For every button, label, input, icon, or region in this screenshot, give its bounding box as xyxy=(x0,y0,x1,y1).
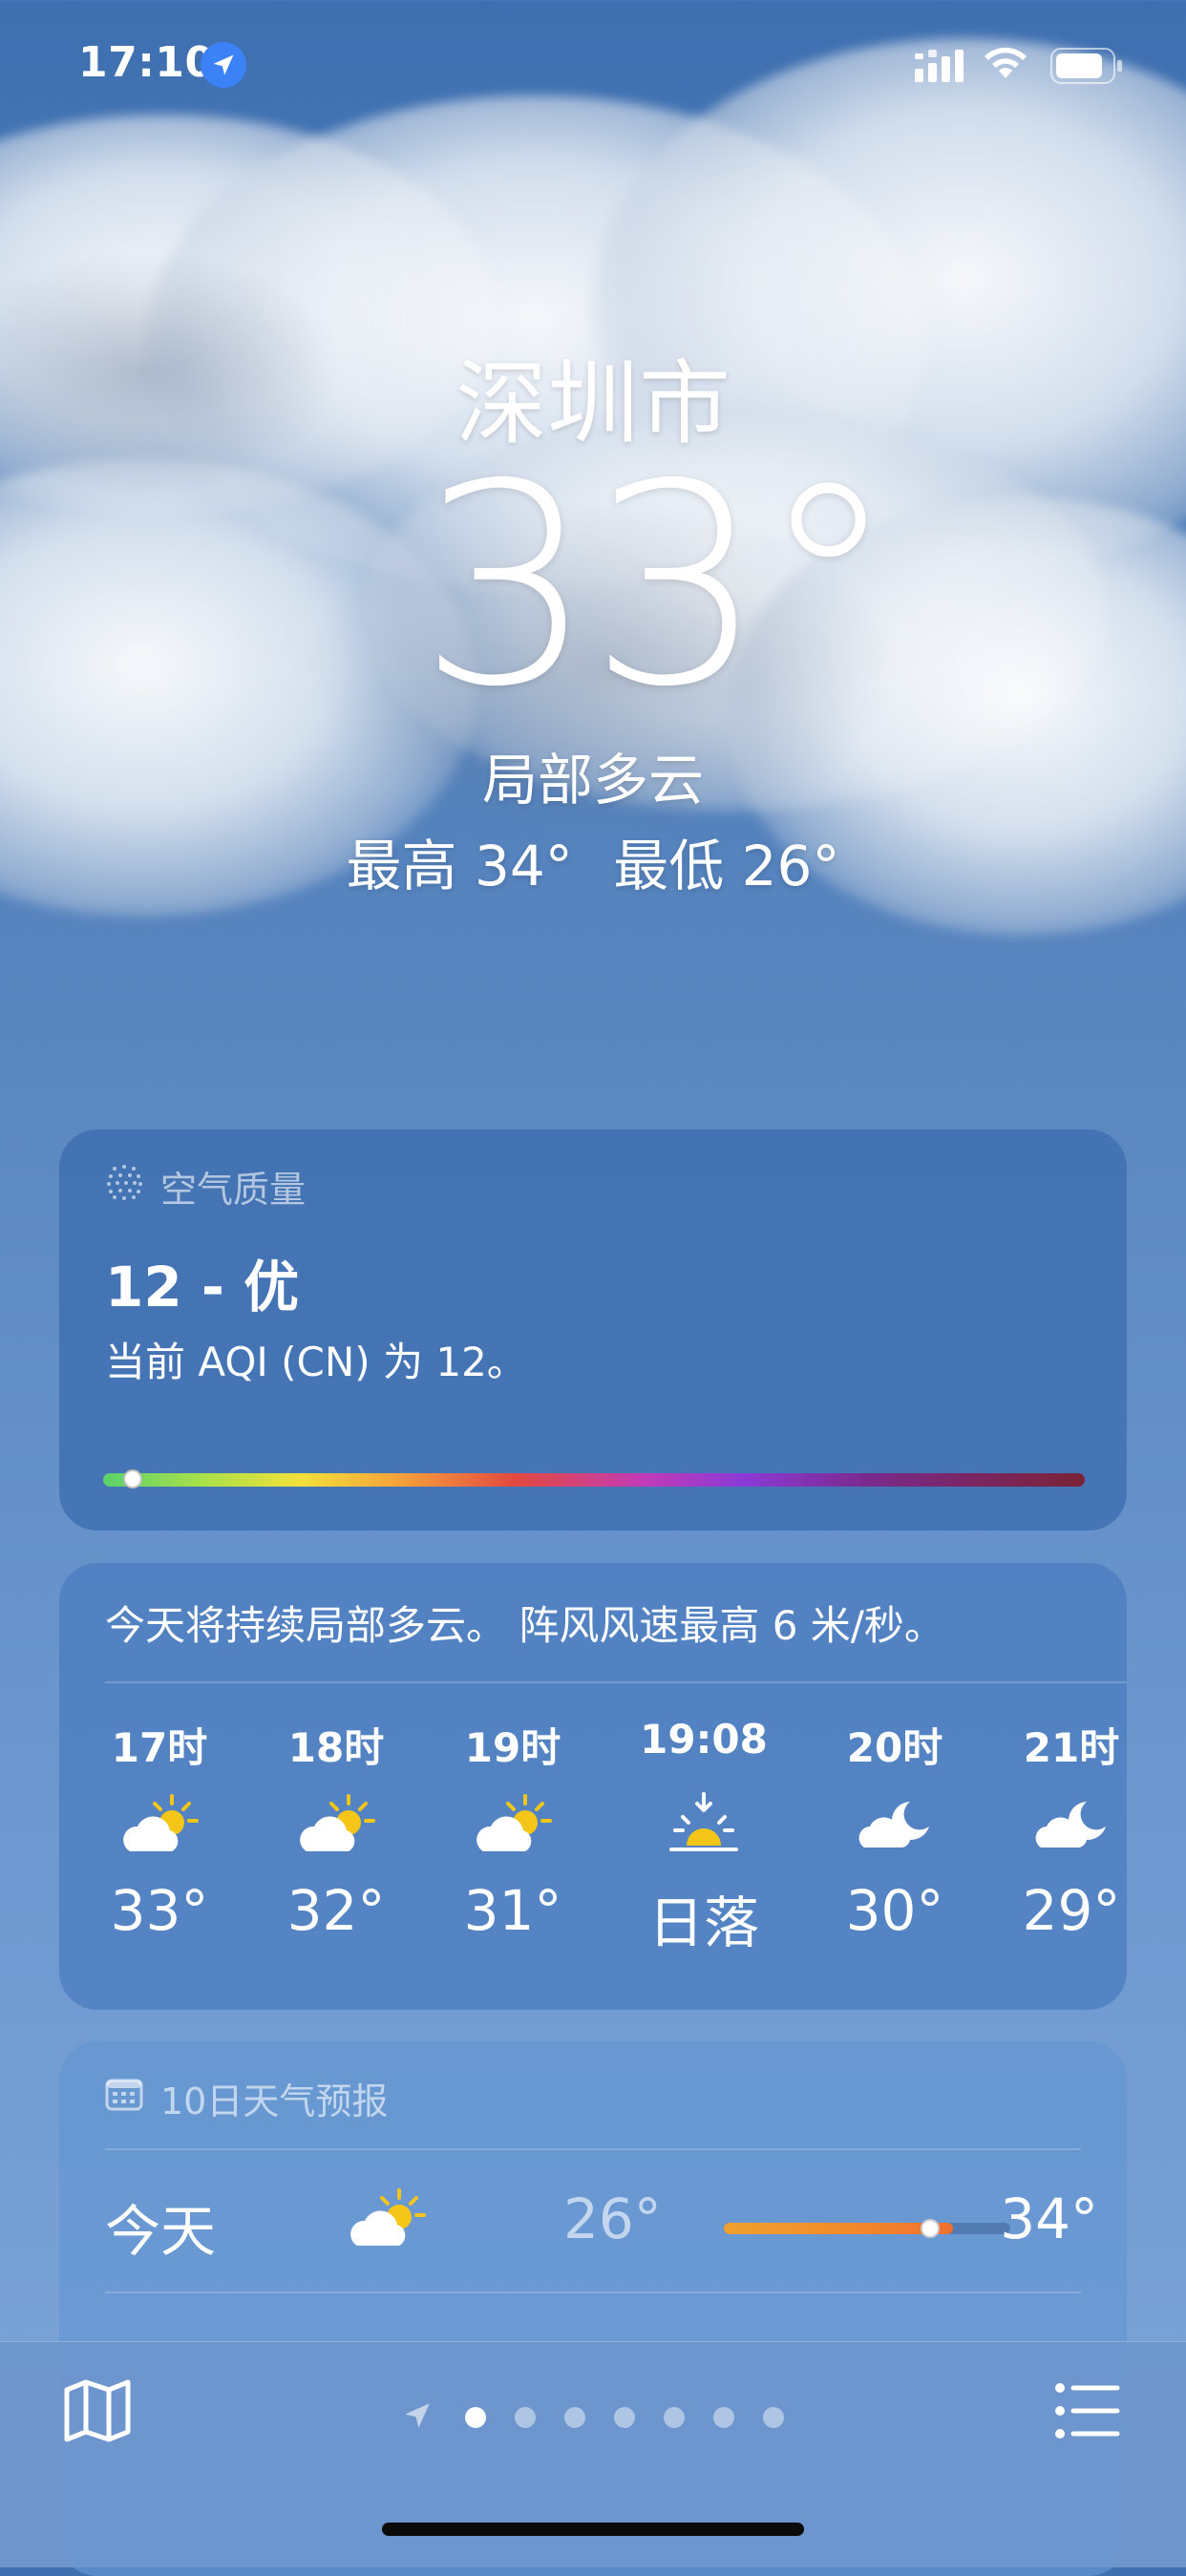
air-quality-card[interactable]: 空气质量 12 - 优 当前 AQI (CN) 为 12。 xyxy=(59,1130,1127,1531)
home-indicator[interactable] xyxy=(382,2523,804,2536)
page-dot[interactable] xyxy=(564,2407,585,2428)
hour-label: 18时 xyxy=(287,1724,385,1771)
hourly-summary: 今天将持续局部多云。 阵风风速最高 6 米/秒。 xyxy=(105,1602,944,1649)
page-dot[interactable] xyxy=(763,2407,784,2428)
day-high: 34° xyxy=(1000,2186,1098,2251)
status-bar: 17:10 xyxy=(0,0,1186,134)
hour-temp: 29° xyxy=(1022,1878,1121,1943)
hour-temp: 日落 xyxy=(647,1890,759,1955)
ten-day-header: 10日天气预报 xyxy=(105,2072,388,2124)
location-active-icon xyxy=(201,42,246,88)
low-temp: 最低 26° xyxy=(613,834,840,898)
hour-item[interactable]: 21时 29° xyxy=(990,1716,1153,1943)
hour-label: 20时 xyxy=(846,1724,943,1771)
ten-day-title: 10日天气预报 xyxy=(160,2080,389,2122)
high-temp: 最高 34° xyxy=(346,834,573,898)
hour-temp: 33° xyxy=(110,1878,209,1943)
air-quality-title: 空气质量 xyxy=(160,1169,307,1211)
hour-temp: 32° xyxy=(286,1878,386,1943)
aqi-scale-bar xyxy=(103,1473,1085,1487)
list-icon[interactable] xyxy=(1054,2380,1121,2441)
hour-label: 19时 xyxy=(464,1724,561,1771)
daily-divider xyxy=(105,2291,1081,2293)
current-condition: 局部多云 xyxy=(481,748,704,813)
current-temp-indicator xyxy=(921,2219,940,2238)
map-icon[interactable] xyxy=(61,2375,134,2447)
cloud-moon-icon xyxy=(814,1773,976,1878)
hour-label: 19:08 xyxy=(640,1716,768,1763)
hour-item[interactable]: 20时 30° xyxy=(814,1716,976,1943)
page-dot[interactable] xyxy=(713,2407,734,2428)
sunset-icon xyxy=(623,1773,785,1878)
aqi-dots-icon xyxy=(105,1163,143,1210)
day-row[interactable]: 今天 26° 34° xyxy=(105,2148,1098,2291)
hour-temp: 30° xyxy=(845,1878,944,1943)
aqi-value: 12 - 优 xyxy=(105,1255,300,1320)
calendar-icon xyxy=(105,2077,143,2120)
hour-item[interactable]: 19时 31° xyxy=(432,1716,594,1943)
partly-sunny-icon xyxy=(255,1773,417,1878)
page-dot[interactable] xyxy=(515,2407,536,2428)
cellular-signal-icon xyxy=(915,50,964,86)
hour-item[interactable]: 19:08 日落 xyxy=(623,1716,785,1958)
temp-range-fill xyxy=(724,2223,953,2234)
day-low: 26° xyxy=(563,2186,662,2251)
cloud-moon-icon xyxy=(990,1773,1153,1878)
hourly-divider xyxy=(105,1681,1127,1683)
partly-sunny-icon xyxy=(78,1773,241,1878)
page-indicator[interactable] xyxy=(401,2399,798,2436)
current-temperature: 33° xyxy=(418,426,898,748)
hourly-forecast-card[interactable]: 今天将持续局部多云。 阵风风速最高 6 米/秒。 17时 33° 18时 32°… xyxy=(59,1563,1127,2010)
hour-item[interactable]: 17时 33° xyxy=(78,1716,241,1943)
status-time: 17:10 xyxy=(78,38,215,87)
battery-icon xyxy=(1050,48,1123,88)
hour-temp: 31° xyxy=(463,1878,562,1943)
wifi-icon xyxy=(982,44,1029,86)
day-name: 今天 xyxy=(105,2199,217,2264)
page-dot[interactable] xyxy=(465,2407,486,2428)
temp-range-track xyxy=(724,2219,1010,2238)
hour-label: 21时 xyxy=(1023,1724,1120,1771)
aqi-indicator xyxy=(122,1469,142,1489)
page-dot[interactable] xyxy=(664,2407,685,2428)
partly-sunny-icon xyxy=(432,1773,594,1878)
hour-label: 17时 xyxy=(111,1724,208,1771)
location-arrow-icon xyxy=(401,2399,434,2436)
aqi-description: 当前 AQI (CN) 为 12。 xyxy=(105,1339,527,1385)
air-quality-header: 空气质量 xyxy=(105,1160,306,1213)
page-dot[interactable] xyxy=(614,2407,635,2428)
page-dots xyxy=(451,2407,798,2428)
hour-item[interactable]: 18时 32° xyxy=(255,1716,417,1943)
partly-sunny-icon xyxy=(344,2186,430,2257)
high-low: 最高 34° 最低 26° xyxy=(0,821,1186,901)
